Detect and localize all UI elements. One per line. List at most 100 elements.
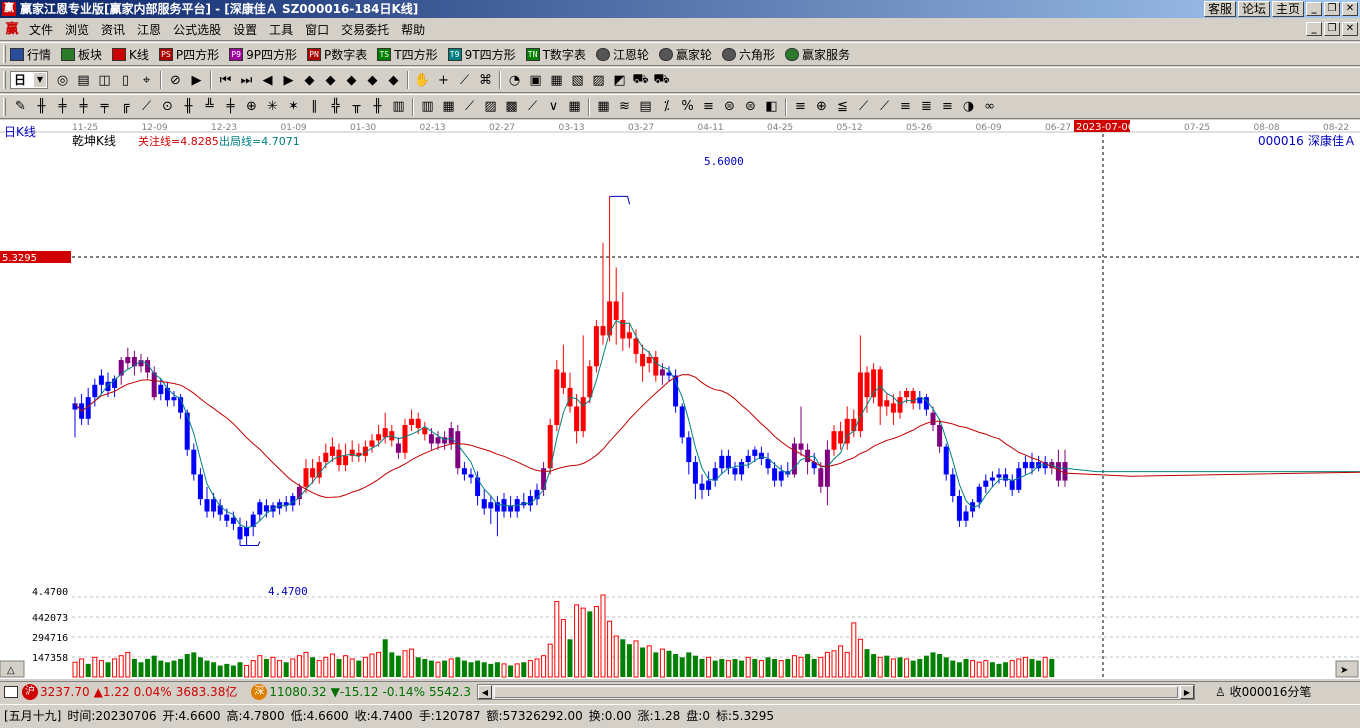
tool-button-icon[interactable]: ╩ (199, 97, 220, 117)
tool-button-icon[interactable]: ╪ (52, 97, 73, 117)
toolbar-item-gann-wheel[interactable]: 江恩轮 (595, 46, 649, 63)
tool-button-icon[interactable]: ◧ (761, 97, 782, 117)
tool-button-icon[interactable]: ▨ (480, 97, 501, 117)
tool-button-icon[interactable]: ✋ (412, 70, 433, 90)
tool-button-icon[interactable]: ╤ (94, 97, 115, 117)
toolbar-item-p-square[interactable]: PS P四方形 (158, 46, 219, 63)
tool-button-icon[interactable]: ≡ (895, 97, 916, 117)
tool-button-icon[interactable]: ◆ (320, 70, 341, 90)
child-close-button[interactable]: ✕ (1342, 22, 1358, 36)
tool-button-icon[interactable]: ⊙ (157, 97, 178, 117)
tool-button-icon[interactable]: ⊕ (811, 97, 832, 117)
menu-browse[interactable]: 浏览 (59, 21, 95, 39)
tool-button-icon[interactable]: ◆ (341, 70, 362, 90)
tool-button-icon[interactable]: ⟋ (454, 70, 475, 90)
tool-button-icon[interactable]: ▥ (388, 97, 409, 117)
toolbar-item-9t-square[interactable]: T9 9T四方形 (447, 46, 516, 63)
tool-button-icon[interactable]: ▦ (438, 97, 459, 117)
tool-button-icon[interactable]: ⟋ (853, 97, 874, 117)
tool-button-icon[interactable]: ∥ (304, 97, 325, 117)
tool-button-icon[interactable]: ▦ (593, 97, 614, 117)
tool-button-icon[interactable]: ▦ (546, 70, 567, 90)
tool-button-icon[interactable]: ▶ (278, 70, 299, 90)
tool-button-icon[interactable]: + (433, 70, 454, 90)
tool-button-icon[interactable]: ⛟ (630, 70, 651, 90)
tool-button-icon[interactable]: ⊕ (241, 97, 262, 117)
chart-canvas[interactable]: 11-25 12-09 12-23 01-09 01-30 02-13 02-27 03-13… (0, 120, 1360, 679)
period-select[interactable]: 日 ▼ (10, 71, 48, 89)
tool-button-icon[interactable]: ╫ (178, 97, 199, 117)
tool-button-icon[interactable]: ⊜ (740, 97, 761, 117)
tool-button-icon[interactable]: ≡ (937, 97, 958, 117)
forum-link[interactable]: 论坛 (1237, 1, 1270, 17)
tool-button-icon[interactable]: ▤ (73, 70, 94, 90)
tool-button-icon[interactable]: ⊘ (165, 70, 186, 90)
scrollbar-thumb[interactable] (493, 685, 1178, 698)
tool-button-icon[interactable]: ▶ (186, 70, 207, 90)
tool-button-icon[interactable]: ⛟ (651, 70, 672, 90)
service-link[interactable]: 客服 (1203, 1, 1236, 17)
tool-button-icon[interactable]: ▥ (417, 97, 438, 117)
toolbar-item-p-table[interactable]: PN P数字表 (307, 46, 367, 63)
tool-button-icon[interactable]: ⊜ (719, 97, 740, 117)
tool-button-icon[interactable]: ⟋ (136, 97, 157, 117)
tool-button-icon[interactable]: ◆ (383, 70, 404, 90)
tool-button-icon[interactable]: ╬ (325, 97, 346, 117)
tool-button-icon[interactable]: ≦ (832, 97, 853, 117)
tool-button-icon[interactable]: ≣ (916, 97, 937, 117)
toolbar-item-t-table[interactable]: TN T数字表 (525, 46, 586, 63)
toolbar-item-candle[interactable]: K线 (112, 46, 149, 63)
toolbar-item-t-square[interactable]: TS T四方形 (377, 46, 438, 63)
tool-button-icon[interactable]: ◆ (362, 70, 383, 90)
tool-button-icon[interactable]: ◔ (504, 70, 525, 90)
tool-button-icon[interactable]: ▧ (567, 70, 588, 90)
toolbar-grip[interactable] (3, 45, 6, 63)
tool-button-icon[interactable]: ▨ (588, 70, 609, 90)
kline-chart[interactable]: 11-25 12-09 12-23 01-09 01-30 02-13 02-27 03-13… (0, 120, 1360, 679)
menu-formula-select[interactable]: 公式选股 (167, 21, 227, 39)
tool-button-icon[interactable]: ╪ (220, 97, 241, 117)
tool-button-icon[interactable]: ╔ (115, 97, 136, 117)
tool-button-icon[interactable]: ╫ (31, 97, 52, 117)
tool-button-icon[interactable]: ⏭ (236, 70, 257, 90)
tool-button-icon[interactable]: ⟋ (459, 97, 480, 117)
scroll-right-icon[interactable]: ▶ (1179, 684, 1194, 699)
tool-button-icon[interactable]: ◩ (609, 70, 630, 90)
tool-button-icon[interactable]: ◑ (958, 97, 979, 117)
minimize-button[interactable]: _ (1306, 2, 1322, 16)
menu-gann[interactable]: 江恩 (131, 21, 167, 39)
tool-button-icon[interactable]: ╫ (367, 97, 388, 117)
menu-trade[interactable]: 交易委托 (335, 21, 395, 39)
menu-settings[interactable]: 设置 (227, 21, 263, 39)
sh-index-badge[interactable]: 沪 (22, 683, 38, 700)
tool-button-icon[interactable]: ≡ (790, 97, 811, 117)
tool-button-icon[interactable]: ◆ (299, 70, 320, 90)
tool-button-icon[interactable]: % (677, 97, 698, 117)
close-button[interactable]: ✕ (1342, 2, 1358, 16)
menu-file[interactable]: 文件 (23, 21, 59, 39)
tool-button-icon[interactable]: ⌘ (475, 70, 496, 90)
tool-button-icon[interactable]: ◎ (52, 70, 73, 90)
tool-button-icon[interactable]: ✳ (262, 97, 283, 117)
toolbar-item-winner-wheel[interactable]: 赢家轮 (658, 46, 712, 63)
tool-button-icon[interactable]: ⟋ (874, 97, 895, 117)
tool-button-icon[interactable]: ◫ (94, 70, 115, 90)
tool-button-icon[interactable]: ∞ (979, 97, 1000, 117)
menu-logo-icon[interactable]: 赢 (3, 22, 21, 38)
child-restore-button[interactable]: ❐ (1324, 22, 1340, 36)
menu-window[interactable]: 窗口 (299, 21, 335, 39)
tool-button-icon[interactable]: ∨ (543, 97, 564, 117)
scroll-left-icon[interactable]: ◀ (477, 684, 492, 699)
toolbar-item-9p-square[interactable]: P9 9P四方形 (229, 46, 297, 63)
menu-tools[interactable]: 工具 (263, 21, 299, 39)
tool-button-icon[interactable]: ╥ (346, 97, 367, 117)
tool-button-icon[interactable]: ▩ (501, 97, 522, 117)
tool-button-icon[interactable]: ✎ (10, 97, 31, 117)
toolbar-item-blocks[interactable]: 板块 (61, 46, 102, 63)
restore-button[interactable]: ❐ (1324, 2, 1340, 16)
toolbar-item-dollar[interactable]: 赢家服务 (784, 46, 850, 63)
tool-button-icon[interactable]: ≡ (698, 97, 719, 117)
sz-index-badge[interactable]: 深 (251, 683, 268, 700)
tick-receive-label[interactable]: ♙ 收000016分笔 (1215, 683, 1311, 700)
tool-button-icon[interactable]: ▯ (115, 70, 136, 90)
